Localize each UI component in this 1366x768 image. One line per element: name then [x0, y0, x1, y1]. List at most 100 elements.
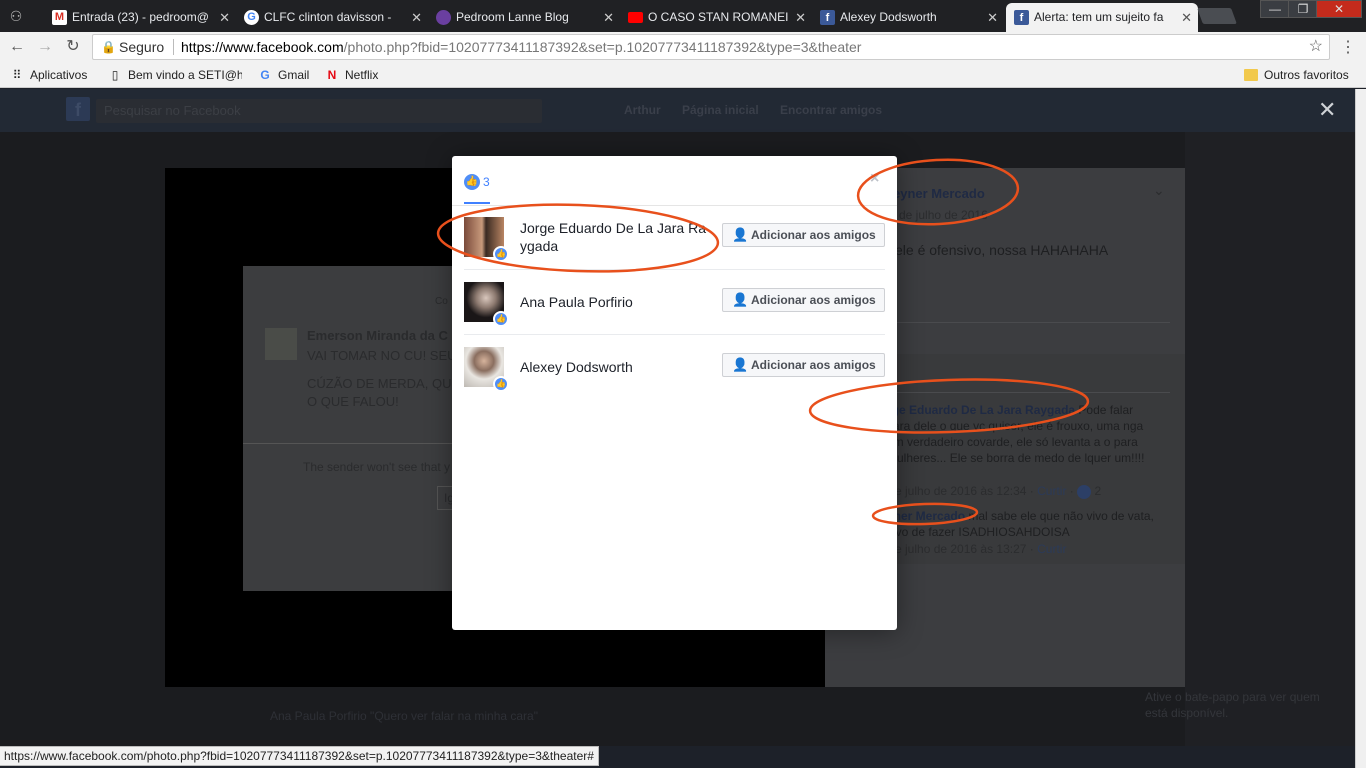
- forward-icon[interactable]: →: [34, 37, 56, 57]
- browser-tab-active[interactable]: f Alerta: tem um sujeito fa ✕: [1006, 3, 1198, 32]
- browser-tab-gmail[interactable]: M Entrada (23) - pedroom@ ✕: [44, 3, 236, 32]
- bookmark-apps[interactable]: ⠿ Aplicativos: [10, 62, 88, 88]
- bookmark-label: Gmail: [278, 68, 310, 82]
- tab-title: Entrada (23) - pedroom@: [72, 10, 209, 24]
- bookmark-seti[interactable]: ▯ Bem vindo a SETI@ho: [108, 62, 242, 88]
- url-text: https://www.facebook.com/photo.php?fbid=…: [181, 35, 861, 59]
- divider: [173, 39, 174, 55]
- google-icon: G: [244, 10, 259, 25]
- screenshot-footer: The sender won't see that y: [303, 460, 451, 474]
- browser-tab-youtube[interactable]: O CASO STAN ROMANEI ✕: [620, 3, 812, 32]
- blog-icon: [436, 10, 451, 25]
- avatar[interactable]: 👍: [464, 282, 509, 327]
- reload-icon[interactable]: ↻: [62, 37, 84, 57]
- nav-home[interactable]: Página inicial: [682, 103, 759, 117]
- list-item: 👍 Jorge Eduardo De La Jara Raygada 👤 Adi…: [464, 205, 885, 270]
- add-friend-button[interactable]: 👤 Adicionar aos amigos: [722, 223, 885, 247]
- add-friend-icon: 👤: [732, 292, 749, 307]
- close-tab-icon[interactable]: ✕: [603, 3, 614, 32]
- avatar: [265, 328, 297, 360]
- address-bar[interactable]: 🔒 Seguro https://www.facebook.com/photo.…: [92, 34, 1330, 60]
- thumbs-up-icon: 👍: [464, 174, 480, 190]
- nav-find-friends[interactable]: Encontrar amigos: [780, 103, 882, 117]
- minimize-icon[interactable]: —: [1260, 0, 1290, 18]
- tab-title: Pedroom Lanne Blog: [456, 10, 569, 24]
- bookmark-label: Netflix: [345, 68, 379, 82]
- google-icon: G: [260, 68, 270, 82]
- person-name[interactable]: Ana Paula Porfirio: [520, 293, 710, 311]
- close-tab-icon[interactable]: ✕: [219, 3, 230, 32]
- comment-author[interactable]: yner Mercado: [887, 509, 965, 523]
- close-icon[interactable]: ×: [870, 170, 879, 188]
- browser-tab-alexey[interactable]: f Alexey Dodsworth ✕: [812, 3, 1004, 32]
- comment-2: yner Mercado mal sabe ele que não vivo d…: [887, 508, 1157, 540]
- like-link[interactable]: Curtir: [1037, 484, 1066, 498]
- like-icon: [1077, 484, 1092, 499]
- like-count: 3: [483, 175, 490, 189]
- comment-1: rge Eduardo De La Jara Raygada Pode fala…: [887, 402, 1157, 466]
- tab-likes[interactable]: 👍 3: [464, 172, 490, 204]
- tab-title: O CASO STAN ROMANEI: [648, 10, 789, 24]
- browser-tab-google[interactable]: G CLFC clinton davisson - ✕: [236, 3, 428, 32]
- add-friend-button[interactable]: 👤 Adicionar aos amigos: [722, 288, 885, 312]
- avatar[interactable]: 👍: [464, 347, 509, 392]
- person-name[interactable]: Alexey Dodsworth: [520, 358, 710, 376]
- screen: ⚇ M Entrada (23) - pedroom@ ✕ G CLFC cli…: [0, 0, 1366, 768]
- like-link[interactable]: Curtir: [1037, 542, 1066, 556]
- close-tab-icon[interactable]: ✕: [411, 3, 422, 32]
- bookmark-label: Outros favoritos: [1264, 68, 1349, 82]
- screenshot-text: VAI TOMAR NO CU! SEU: [307, 348, 457, 363]
- comment-time: e julho de 2016 às 12:34 ·: [895, 484, 1038, 498]
- scrollbar[interactable]: [1355, 89, 1366, 768]
- close-tab-icon[interactable]: ✕: [795, 3, 806, 32]
- add-friend-button[interactable]: 👤 Adicionar aos amigos: [722, 353, 885, 377]
- security-label: Seguro: [119, 39, 165, 55]
- back-icon[interactable]: ←: [6, 37, 28, 57]
- screenshot-text: CÚZÃO DE MERDA, QU: [307, 376, 452, 391]
- page-icon: ▯: [111, 68, 119, 82]
- screenshot-text: O QUE FALOU!: [307, 394, 399, 409]
- person-name[interactable]: Jorge Eduardo De La Jara Raygada: [520, 219, 710, 255]
- like-badge-icon: 👍: [493, 246, 509, 262]
- bookmark-other[interactable]: Outros favoritos: [1244, 62, 1349, 88]
- list-item: 👍 Alexey Dodsworth 👤 Adicionar aos amigo…: [464, 335, 885, 400]
- incognito-icon: ⚇: [9, 8, 23, 24]
- youtube-icon: [628, 12, 643, 23]
- bookmark-gmail[interactable]: G Gmail: [258, 62, 309, 88]
- close-tab-icon[interactable]: ✕: [1181, 3, 1192, 32]
- browser-menu-icon[interactable]: ⋮: [1340, 37, 1356, 57]
- like-badge-icon: 👍: [493, 376, 509, 392]
- close-tab-icon[interactable]: ✕: [987, 3, 998, 32]
- add-friend-icon: 👤: [732, 357, 749, 372]
- screenshot-sender: Emerson Miranda da C: [307, 328, 448, 343]
- chat-hint: Ative o bate-papo para ver quem está dis…: [1145, 690, 1320, 720]
- list-item: 👍 Ana Paula Porfirio 👤 Adicionar aos ami…: [464, 270, 885, 335]
- post-text: ele é ofensivo, nossa HAHAHAHA: [895, 242, 1109, 258]
- bookmark-star-icon[interactable]: ☆: [1309, 35, 1323, 59]
- netflix-icon: N: [327, 68, 337, 82]
- window-close-icon[interactable]: ✕: [1316, 0, 1362, 18]
- facebook-logo-icon[interactable]: f: [66, 97, 90, 121]
- apps-grid-icon: ⠿: [12, 68, 22, 82]
- tab-title: CLFC clinton davisson -: [264, 10, 392, 24]
- add-friend-icon: 👤: [732, 227, 749, 242]
- comment-below-photo: Ana Paula Porfirio "Quero ver falar na m…: [270, 709, 538, 723]
- tab-title: Alexey Dodsworth: [840, 10, 937, 24]
- status-bar-url: https://www.facebook.com/photo.php?fbid=…: [0, 746, 599, 766]
- bookmarks-bar: ⠿ Aplicativos ▯ Bem vindo a SETI@ho G Gm…: [0, 62, 1366, 88]
- restore-icon[interactable]: ❐: [1288, 0, 1318, 18]
- avatar[interactable]: 👍: [464, 217, 509, 262]
- facebook-topbar: f Pesquisar no Facebook Arthur Página in…: [0, 89, 1366, 132]
- facebook-icon: f: [1014, 10, 1029, 25]
- lock-icon: 🔒: [101, 40, 116, 54]
- comment-author[interactable]: rge Eduardo De La Jara Raygada: [887, 403, 1075, 417]
- button-label: Adicionar aos amigos: [751, 293, 876, 307]
- screenshot-header: Co: [435, 296, 448, 307]
- facebook-search-input[interactable]: Pesquisar no Facebook: [96, 99, 542, 123]
- browser-tab-blog[interactable]: Pedroom Lanne Blog ✕: [428, 3, 620, 32]
- divider: [895, 392, 1170, 393]
- close-theater-icon[interactable]: ✕: [1318, 97, 1336, 123]
- bookmark-netflix[interactable]: N Netflix: [325, 62, 379, 88]
- new-tab-button[interactable]: [1197, 8, 1237, 24]
- nav-profile[interactable]: Arthur: [624, 103, 661, 117]
